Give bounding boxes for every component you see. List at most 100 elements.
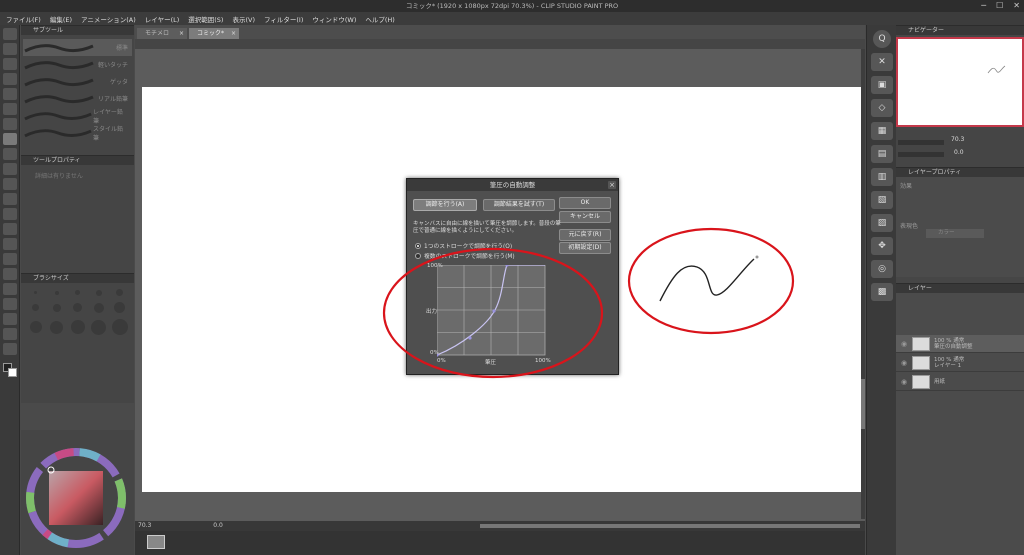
rotate-slider[interactable] [898, 152, 944, 157]
layer-row[interactable]: ◉ 100 % 通常 筆圧の自動調整 [896, 335, 1024, 353]
minimize-icon[interactable]: ─ [981, 0, 986, 12]
nav-angle-value[interactable]: 0.0 [954, 149, 964, 156]
layer-row[interactable]: ◉ 100 % 通常 レイヤー 1 [896, 354, 1024, 372]
brush-size-dot[interactable] [52, 303, 61, 312]
balloon-tool-icon[interactable] [3, 328, 17, 340]
color-wheel[interactable] [21, 430, 134, 555]
brush-tool-icon[interactable] [3, 163, 17, 175]
layer-command-icon[interactable]: ▣ [871, 76, 893, 94]
ruler-tool-icon[interactable] [3, 298, 17, 310]
navigator-preview[interactable] [896, 37, 1024, 127]
move-icon[interactable]: ✥ [871, 237, 893, 255]
selection-tool-icon[interactable] [3, 88, 17, 100]
maximize-icon[interactable]: ☐ [996, 0, 1003, 12]
image-icon[interactable]: ▧ [871, 191, 893, 209]
zoom-value[interactable]: 70.3 [138, 522, 151, 529]
close-icon[interactable]: × [608, 181, 616, 189]
try-result-button[interactable]: 調節結果を試す(T) [483, 199, 555, 211]
brush-size-dot[interactable] [111, 319, 128, 335]
brush-size-dot[interactable] [116, 289, 123, 296]
color-swatch-icon[interactable] [3, 363, 17, 377]
close-tab-icon[interactable]: × [179, 28, 184, 39]
blend-tool-icon[interactable] [3, 223, 17, 235]
tab-comic[interactable]: コミック* × [189, 28, 239, 39]
brush-size-dot[interactable] [73, 303, 82, 312]
material-icon[interactable]: ▩ [871, 283, 893, 301]
expression-color-select[interactable]: カラー [926, 229, 984, 238]
list-item[interactable]: ゲッタ [23, 73, 132, 90]
fill-tool-icon[interactable] [3, 238, 17, 250]
undo-button[interactable]: 元に戻す(R) [559, 229, 611, 241]
eye-icon[interactable]: ◉ [896, 378, 912, 386]
brush-size-dot[interactable] [29, 321, 42, 333]
list-item[interactable]: 標準 [23, 39, 132, 56]
list-item[interactable]: レイヤー鉛筆 [23, 107, 132, 125]
brush-size-dot[interactable] [95, 289, 102, 296]
airbrush-tool-icon[interactable] [3, 178, 17, 190]
ok-button[interactable]: OK [559, 197, 611, 209]
brush-size-dot[interactable] [70, 320, 85, 334]
gradient-tool-icon[interactable] [3, 253, 17, 265]
frame-tool-icon[interactable] [3, 283, 17, 295]
brush-size-dot[interactable] [114, 302, 125, 313]
move-tool-icon[interactable] [3, 43, 17, 55]
pencil-tool-icon[interactable] [3, 148, 17, 160]
figure-tool-icon[interactable] [3, 268, 17, 280]
list-item[interactable]: スタイル鉛筆 [23, 124, 132, 142]
menu-view[interactable]: 表示(V) [232, 14, 255, 24]
menu-layer[interactable]: レイヤー(L) [145, 14, 180, 24]
reset-button[interactable]: 初期設定(D) [559, 242, 611, 254]
zoom-tool-icon[interactable] [3, 28, 17, 40]
adjust-button[interactable]: 調節を行う(A) [413, 199, 477, 211]
menu-filter[interactable]: フィルター(I) [264, 14, 303, 24]
scroll-thumb[interactable] [861, 379, 865, 429]
reference-icon[interactable]: ◎ [871, 260, 893, 278]
close-icon[interactable]: ✕ [1013, 0, 1020, 12]
list-item[interactable]: 軽いタッチ [23, 56, 132, 73]
move-layer-tool-icon[interactable] [3, 73, 17, 85]
menu-help[interactable]: ヘルプ(H) [365, 14, 394, 24]
nav-zoom-value[interactable]: 70.3 [951, 136, 964, 143]
eyedropper-tool-icon[interactable] [3, 118, 17, 130]
frame-icon[interactable]: ▨ [871, 214, 893, 232]
lock-icon[interactable]: ▤ [871, 145, 893, 163]
layer-row[interactable]: ◉ 用紙 [896, 373, 1024, 391]
radio-single-stroke[interactable]: 1つのストロークで調節を行う(O) [415, 241, 512, 250]
list-item[interactable]: リアル鉛筆 [23, 90, 132, 107]
tone-icon[interactable]: ▦ [871, 122, 893, 140]
page-thumbnail[interactable] [147, 535, 165, 549]
close-tab-icon[interactable]: × [231, 28, 236, 39]
radio-multi-stroke[interactable]: 複数のストロークで調節を行う(M) [415, 251, 515, 260]
pen-tool-icon[interactable] [3, 133, 17, 145]
vertical-scrollbar[interactable] [861, 49, 865, 519]
brush-size-dot[interactable] [34, 291, 37, 294]
menu-animation[interactable]: アニメーション(A) [81, 14, 136, 24]
decoration-tool-icon[interactable] [3, 193, 17, 205]
copy-icon[interactable]: ▥ [871, 168, 893, 186]
brush-size-dot[interactable] [50, 320, 63, 334]
menu-selection[interactable]: 選択範囲(S) [188, 14, 223, 24]
auto-select-tool-icon[interactable] [3, 103, 17, 115]
operation-tool-icon[interactable] [3, 58, 17, 70]
brush-size-dot[interactable] [54, 290, 59, 295]
pressure-curve-graph[interactable] [437, 265, 547, 357]
clear-icon[interactable]: ✕ [871, 53, 893, 71]
mask-icon[interactable]: ◇ [871, 99, 893, 117]
eye-icon[interactable]: ◉ [896, 359, 912, 367]
menu-window[interactable]: ウィンドウ(W) [312, 14, 356, 24]
menu-edit[interactable]: 編集(E) [50, 14, 72, 24]
text-tool-icon[interactable] [3, 313, 17, 325]
horizontal-scrollbar[interactable] [480, 524, 860, 528]
brush-size-dot[interactable] [75, 290, 80, 295]
line-fix-tool-icon[interactable] [3, 343, 17, 355]
eraser-tool-icon[interactable] [3, 208, 17, 220]
zoom-slider[interactable] [898, 140, 944, 145]
search-icon[interactable]: Q [873, 30, 891, 48]
menu-file[interactable]: ファイル(F) [6, 14, 41, 24]
brush-size-dot[interactable] [91, 319, 106, 335]
brush-size-dot[interactable] [93, 302, 104, 313]
cancel-button[interactable]: キャンセル [559, 211, 611, 223]
angle-value[interactable]: 0.0 [213, 522, 223, 529]
eye-icon[interactable]: ◉ [896, 340, 912, 348]
brush-size-dot[interactable] [32, 304, 39, 311]
